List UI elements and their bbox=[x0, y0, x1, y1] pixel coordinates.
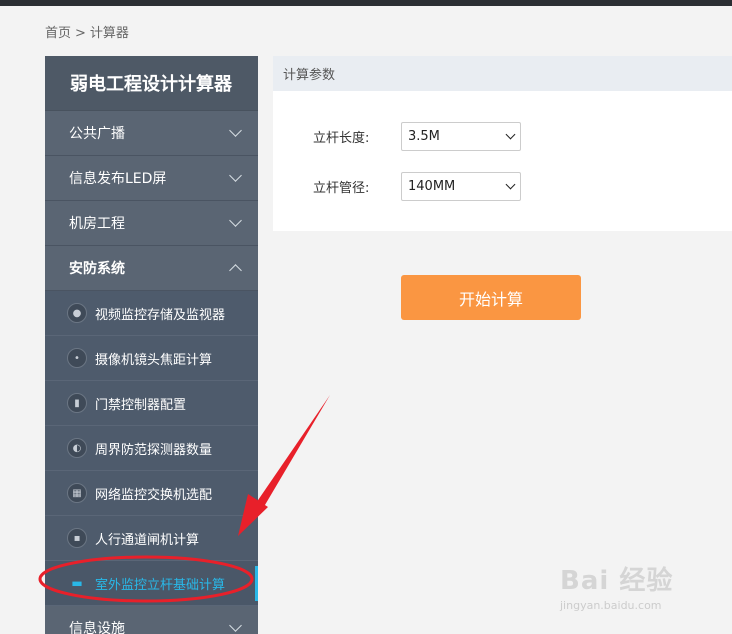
turnstile-icon: ▪ bbox=[67, 528, 87, 548]
sidebar-item-label: 周界防范探测器数量 bbox=[95, 442, 213, 458]
nav-group-server-room[interactable]: 机房工程 bbox=[45, 201, 258, 246]
nav-group-label: 机房工程 bbox=[69, 216, 125, 232]
pole-diameter-row: 立杆管径: 140MM bbox=[313, 172, 521, 201]
sidebar-item-outdoor-pole[interactable]: ▬ 室外监控立杆基础计算 bbox=[45, 561, 258, 606]
chevron-up-icon bbox=[229, 264, 242, 277]
sidebar-item-label: 人行通道闸机计算 bbox=[95, 532, 200, 548]
camera-icon: ● bbox=[67, 303, 87, 323]
pole-diameter-value: 140MM bbox=[408, 179, 456, 194]
nav-group-label: 安防系统 bbox=[69, 261, 125, 277]
sidebar-item-label: 室外监控立杆基础计算 bbox=[95, 577, 226, 593]
nav-group-info-facilities[interactable]: 信息设施 bbox=[45, 606, 258, 634]
chevron-down-icon bbox=[505, 129, 516, 140]
breadcrumb-separator: > bbox=[75, 26, 86, 41]
parameter-panel: 计算参数 立杆长度: 3.5M 立杆管径: 140MM bbox=[273, 56, 732, 231]
panel-header: 计算参数 bbox=[273, 56, 732, 91]
sidebar-item-door-controller[interactable]: ▮ 门禁控制器配置 bbox=[45, 381, 258, 426]
detector-icon: ◐ bbox=[67, 438, 87, 458]
pole-length-label: 立杆长度: bbox=[313, 131, 370, 146]
chevron-down-icon bbox=[505, 179, 516, 190]
sidebar: 弱电工程设计计算器 公共广播 信息发布LED屏 机房工程 安防系统 ● 视频监控… bbox=[45, 56, 258, 634]
chevron-down-icon bbox=[229, 619, 242, 632]
chevron-down-icon bbox=[229, 169, 242, 182]
sidebar-item-label: 摄像机镜头焦距计算 bbox=[95, 352, 213, 368]
watermark-url: jingyan.baidu.com bbox=[560, 599, 662, 612]
nav-group-label: 信息设施 bbox=[69, 621, 125, 634]
pole-length-row: 立杆长度: 3.5M bbox=[313, 122, 521, 151]
sidebar-item-turnstile[interactable]: ▪ 人行通道闸机计算 bbox=[45, 516, 258, 561]
top-bar bbox=[0, 0, 732, 6]
door-controller-icon: ▮ bbox=[67, 393, 87, 413]
sidebar-item-lens-focal[interactable]: • 摄像机镜头焦距计算 bbox=[45, 336, 258, 381]
pole-length-select[interactable]: 3.5M bbox=[401, 122, 521, 151]
sidebar-item-network-switch[interactable]: ▦ 网络监控交换机选配 bbox=[45, 471, 258, 516]
sidebar-item-label: 门禁控制器配置 bbox=[95, 397, 187, 413]
annotation-arrow-shaft bbox=[254, 395, 330, 510]
watermark-logo: Bai 经验 bbox=[560, 566, 674, 596]
pole-icon: ▬ bbox=[71, 576, 83, 590]
nav-group-public-broadcast[interactable]: 公共广播 bbox=[45, 111, 258, 156]
sidebar-item-label: 视频监控存储及监视器 bbox=[95, 307, 226, 323]
breadcrumb-home[interactable]: 首页 bbox=[45, 26, 71, 41]
pole-length-value: 3.5M bbox=[408, 129, 440, 144]
chevron-down-icon bbox=[229, 124, 242, 137]
lens-icon: • bbox=[67, 348, 87, 368]
breadcrumb: 首页 > 计算器 bbox=[45, 22, 133, 41]
watermark: Bai 经验 jingyan.baidu.com bbox=[560, 560, 673, 612]
sidebar-item-perimeter-detector[interactable]: ◐ 周界防范探测器数量 bbox=[45, 426, 258, 471]
sidebar-title: 弱电工程设计计算器 bbox=[45, 56, 258, 111]
nav-group-led-screen[interactable]: 信息发布LED屏 bbox=[45, 156, 258, 201]
nav-group-label: 公共广播 bbox=[69, 126, 125, 142]
nav-group-security[interactable]: 安防系统 bbox=[45, 246, 258, 291]
pole-diameter-select[interactable]: 140MM bbox=[401, 172, 521, 201]
pole-diameter-label: 立杆管径: bbox=[313, 181, 370, 196]
nav-group-label: 信息发布LED屏 bbox=[69, 171, 167, 187]
sidebar-item-label: 网络监控交换机选配 bbox=[95, 487, 213, 503]
breadcrumb-current: 计算器 bbox=[89, 26, 129, 41]
switch-icon: ▦ bbox=[67, 483, 87, 503]
start-calculate-button[interactable]: 开始计算 bbox=[401, 275, 581, 320]
chevron-down-icon bbox=[229, 214, 242, 227]
sidebar-item-video-storage[interactable]: ● 视频监控存储及监视器 bbox=[45, 291, 258, 336]
